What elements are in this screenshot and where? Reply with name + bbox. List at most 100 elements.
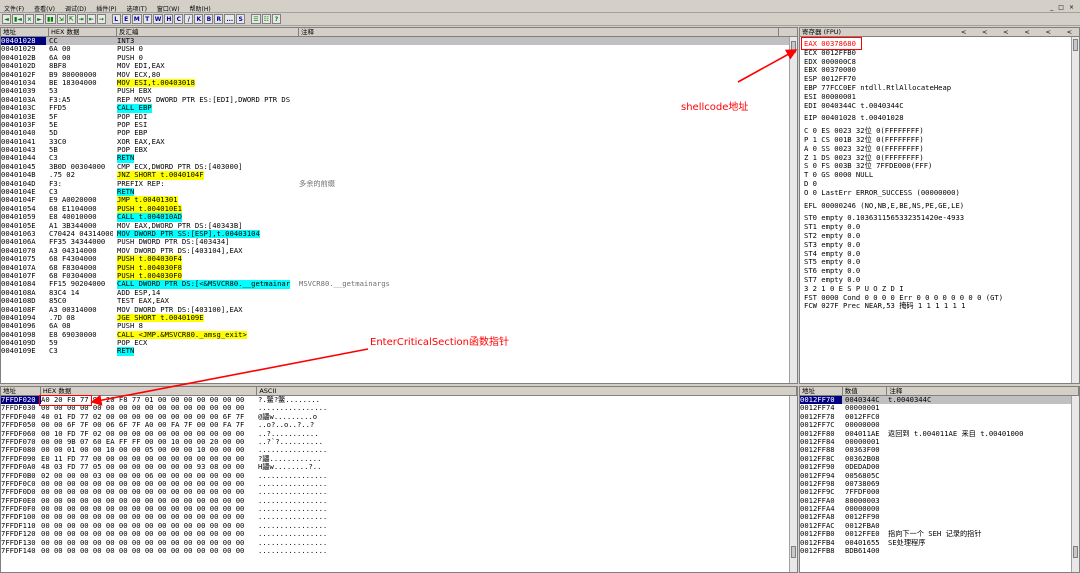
disasm-row[interactable]: 00401075 68 F4304000 PUSH t.004030F4 — [1, 255, 797, 264]
scroll-thumb[interactable] — [791, 546, 796, 558]
toolbar-button[interactable]: ► — [34, 14, 44, 24]
stack-row[interactable]: 0012FFA4 00000000 — [800, 505, 1079, 513]
col-address[interactable]: 地址 — [1, 28, 49, 36]
disasm-row[interactable]: 00401096 6A 08 PUSH 8 — [1, 322, 797, 330]
register-row[interactable]: EDI 0040344C t.0040344C — [800, 101, 1079, 111]
stack-row[interactable]: 0012FF74 00000001 — [800, 404, 1079, 412]
register-nav-arrow[interactable]: < — [980, 28, 987, 36]
menu-item[interactable]: 查看(V) — [34, 4, 55, 13]
toolbar-button[interactable]: ▮▮ — [44, 14, 56, 24]
scroll-thumb[interactable] — [791, 41, 796, 53]
registers-scrollbar[interactable] — [1071, 37, 1079, 383]
disasm-row[interactable]: 00401044 C3 RETN — [1, 154, 797, 163]
register-nav-arrow[interactable]: < — [959, 28, 966, 36]
disasm-row[interactable]: 0040109E C3 RETN — [1, 347, 797, 356]
toolbar-button[interactable]: H — [164, 14, 174, 24]
toolbar-button[interactable]: C — [174, 14, 184, 24]
menu-item[interactable]: 窗口(W) — [157, 4, 180, 13]
disassembly-scrollbar[interactable] — [789, 37, 797, 383]
dump-row[interactable]: 7FFDF0C0 00 00 00 00 00 00 00 00 00 00 00… — [1, 480, 797, 488]
stack-pane[interactable]: 地址 数值 注释 0012FF70 0040344C t.0040344C 0012F… — [799, 386, 1080, 573]
toolbar-button[interactable]: M — [131, 14, 142, 24]
dump-row[interactable]: 7FFDF110 00 00 00 00 00 00 00 00 00 00 00… — [1, 522, 797, 530]
disasm-row[interactable]: 00401059 E8 40010000 CALL t.004010AD — [1, 213, 797, 222]
close-button[interactable]: × — [1069, 4, 1074, 11]
stack-row[interactable]: 0012FFA8 0012FF90 — [800, 513, 1079, 521]
minimize-button[interactable]: _ — [1050, 4, 1053, 11]
menu-item[interactable]: 选项(T) — [127, 4, 147, 13]
menu-item[interactable]: 调试(D) — [65, 4, 86, 13]
stack-row[interactable]: 0012FF90 0DEDAD00 — [800, 463, 1079, 471]
disasm-row[interactable]: 0040105E A1 3B344000 MOV EAX,DWORD PTR DS:… — [1, 222, 797, 230]
toolbar-button[interactable]: → — [96, 14, 106, 24]
toolbar-button[interactable]: E — [121, 14, 131, 24]
col-address[interactable]: 地址 — [1, 387, 41, 395]
stack-row[interactable]: 0012FF70 0040344C t.0040344C — [800, 396, 1079, 405]
stack-row[interactable]: 0012FF7C 00000000 — [800, 421, 1079, 429]
disasm-row[interactable]: 00401039 53 PUSH EBX — [1, 87, 797, 95]
menu-item[interactable]: 插件(P) — [96, 4, 116, 13]
disasm-row[interactable]: 00401040 5D POP EBP — [1, 129, 797, 137]
dump-row[interactable]: 7FFDF070 00 00 9B 07 60 EA FF FF 00 00 10… — [1, 438, 797, 446]
disasm-row[interactable]: 0040103F 5E POP ESI — [1, 121, 797, 129]
toolbar-button[interactable]: ⇤ — [86, 14, 96, 24]
disasm-row[interactable]: 0040108F A3 00314000 MOV DWORD PTR DS:[403… — [1, 306, 797, 314]
toolbar-button[interactable]: ▮◄ — [12, 14, 24, 24]
stack-row[interactable]: 0012FF78 0012FFC0 — [800, 413, 1079, 421]
register-row[interactable]: T 0 GS 0000 NULL — [800, 170, 1079, 180]
disasm-row[interactable]: 00401028 CC INT3 — [1, 37, 797, 46]
stack-row[interactable]: 0012FFB0 0012FFE0 指向下一个 SEH 记录的指针 — [800, 530, 1079, 538]
disasm-row[interactable]: 0040103E 5F POP EDI — [1, 113, 797, 121]
disasm-row[interactable]: 00401084 FF15 90204000 CALL DWORD PTR DS:[… — [1, 280, 797, 289]
toolbar-button[interactable]: K — [194, 14, 204, 24]
dump-row[interactable]: 7FFDF030 00 00 00 00 00 00 00 00 00 00 00… — [1, 404, 797, 412]
toolbar-button[interactable]: × — [24, 14, 34, 24]
disasm-row[interactable]: 00401070 A3 04314000 MOV DWORD PTR DS:[403… — [1, 247, 797, 255]
disasm-row[interactable]: 0040107F 68 F0304000 PUSH t.004030F0 — [1, 271, 797, 281]
toolbar-button[interactable]: L — [111, 14, 121, 24]
register-row[interactable]: FCW 027F Prec NEAR,53 掩码 1 1 1 1 1 1 — [800, 302, 1079, 311]
col-ascii[interactable]: ASCII — [257, 387, 797, 395]
dump-row[interactable]: 7FFDF050 00 00 6F 7F 00 06 6F 7F A0 00 FA… — [1, 421, 797, 429]
toolbar-button[interactable]: B — [204, 14, 214, 24]
disasm-row[interactable]: 0040108D 85C0 TEST EAX,EAX — [1, 297, 797, 305]
toolbar-button[interactable]: ... — [224, 14, 236, 24]
register-nav-arrow[interactable]: < — [1001, 28, 1008, 36]
dump-row[interactable]: 7FFDF0B0 02 00 00 00 03 00 00 00 06 00 00… — [1, 472, 797, 480]
dump-row[interactable]: 7FFDF090 E0 11 FD 77 00 00 00 00 00 00 00… — [1, 455, 797, 463]
stack-row[interactable]: 0012FF80 004011AE 返回到 t.004011AE 来自 t.0040… — [800, 430, 1079, 438]
toolbar-button[interactable]: ⇥ — [76, 14, 86, 24]
stack-row[interactable]: 0012FFAC 0012FBA0 — [800, 522, 1079, 530]
toolbar-button[interactable]: S — [236, 14, 246, 24]
register-nav-arrow[interactable]: < — [1043, 28, 1050, 36]
disasm-row[interactable]: 0040103A F3:A5 REP MOVS DWORD PTR ES:[EDI]… — [1, 96, 797, 104]
toolbar-button[interactable]: ☷ — [261, 14, 271, 24]
disasm-row[interactable]: 00401043 5B POP EBX — [1, 146, 797, 154]
stack-row[interactable]: 0012FFA0 80000003 — [800, 497, 1079, 505]
disasm-row[interactable]: 00401029 6A 00 PUSH 0 — [1, 45, 797, 53]
registers-title[interactable]: 寄存器 (FPU) — [800, 28, 950, 36]
disasm-row[interactable]: 00401054 68 E1104000 PUSH t.004010E1 — [1, 204, 797, 214]
toolbar-button[interactable]: ◄ — [2, 14, 11, 24]
memory-dump-pane[interactable]: 地址 HEX 数据 ASCII 7FFDF020 A0 20 F8 77 91 2… — [0, 386, 798, 573]
col-address[interactable]: 地址 — [800, 387, 843, 395]
register-row[interactable]: O 0 LastErr ERROR_SUCCESS (00000000) — [800, 188, 1079, 198]
dump-row[interactable]: 7FFDF140 00 00 00 00 00 00 00 00 00 00 00… — [1, 547, 797, 555]
col-value[interactable]: 数值 — [843, 387, 888, 395]
disasm-row[interactable]: 0040102F B9 80000000 MOV ECX,80 — [1, 71, 797, 79]
disasm-row[interactable]: 00401041 33C0 XOR EAX,EAX — [1, 138, 797, 146]
disasm-row[interactable]: 0040104F E9 A0020000 JMP t.00401301 — [1, 196, 797, 205]
disasm-row[interactable]: 0040104B .75 02 JNZ SHORT t.0040104F — [1, 171, 797, 180]
disasm-row[interactable]: 00401045 3B0D 00304000 CMP ECX,DWORD PTR D… — [1, 163, 797, 171]
dump-row[interactable]: 7FFDF0F0 00 00 00 00 00 00 00 00 00 00 00… — [1, 505, 797, 513]
register-row[interactable]: EFL 00000246 (NO,NB,E,BE,NS,PE,GE,LE) — [800, 201, 1079, 211]
stack-row[interactable]: 0012FF98 00738069 — [800, 480, 1079, 488]
dump-row[interactable]: 7FFDF0D0 00 00 00 00 00 00 00 00 00 00 00… — [1, 488, 797, 496]
col-comment[interactable]: 注释 — [887, 387, 1079, 395]
dump-row[interactable]: 7FFDF100 00 00 00 00 00 00 00 00 00 00 00… — [1, 513, 797, 521]
menu-item[interactable]: 帮助(H) — [190, 4, 211, 13]
register-row[interactable]: EIP 00401028 t.00401028 — [800, 114, 1079, 123]
menu-item[interactable]: 文件(F) — [4, 4, 24, 13]
dump-row[interactable]: 7FFDF0A0 48 03 FD 77 05 00 00 00 00 00 00… — [1, 463, 797, 471]
dump-scrollbar[interactable] — [789, 396, 797, 572]
